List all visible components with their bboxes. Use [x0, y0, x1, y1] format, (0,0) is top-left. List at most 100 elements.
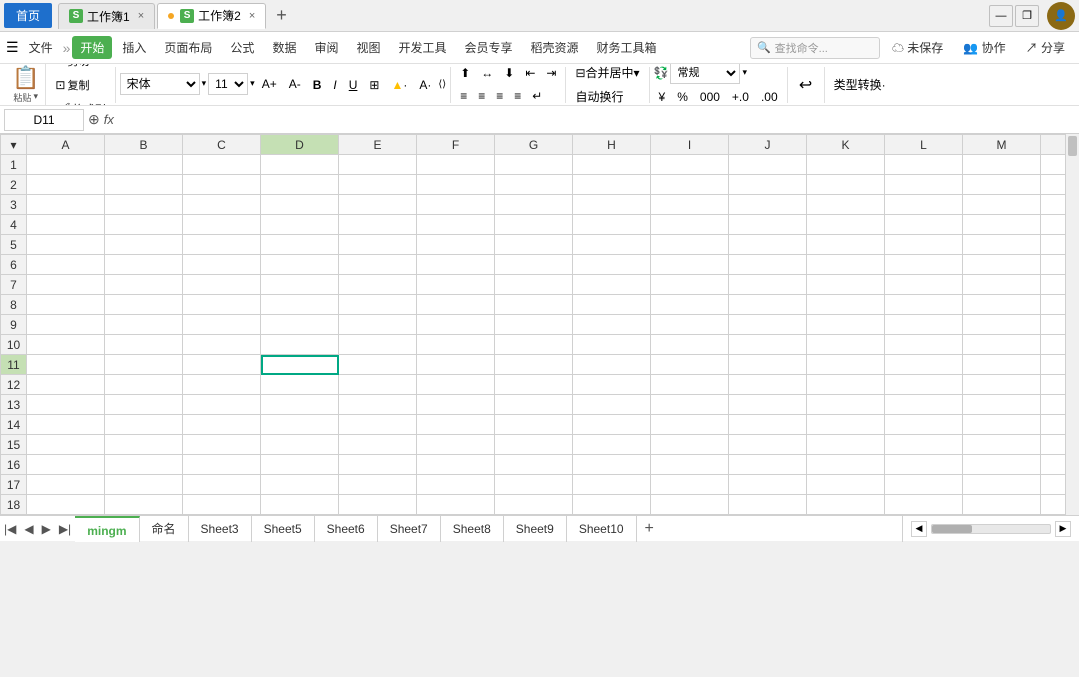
- col-header-m[interactable]: M: [963, 135, 1041, 155]
- cell-G13[interactable]: [495, 395, 573, 415]
- cell-H1[interactable]: [573, 155, 651, 175]
- cell-M3[interactable]: [963, 195, 1041, 215]
- cell-I17[interactable]: [651, 475, 729, 495]
- cell-D16[interactable]: [261, 455, 339, 475]
- currency-button[interactable]: ¥: [654, 86, 671, 107]
- cell-F5[interactable]: [417, 235, 495, 255]
- cell-H14[interactable]: [573, 415, 651, 435]
- row-number-16[interactable]: 16: [1, 455, 27, 475]
- cell-M12[interactable]: [963, 375, 1041, 395]
- cell-A15[interactable]: [27, 435, 105, 455]
- type-convert-button[interactable]: 类型转换·: [829, 74, 891, 96]
- cell-H5[interactable]: [573, 235, 651, 255]
- cell-E18[interactable]: [339, 495, 417, 515]
- cell-L13[interactable]: [885, 395, 963, 415]
- cell-N12[interactable]: [1041, 375, 1066, 395]
- cell-E11[interactable]: [339, 355, 417, 375]
- cell-J14[interactable]: [729, 415, 807, 435]
- cell-N10[interactable]: [1041, 335, 1066, 355]
- cell-C13[interactable]: [183, 395, 261, 415]
- menu-start[interactable]: 开始: [72, 36, 112, 59]
- cell-L17[interactable]: [885, 475, 963, 495]
- row-number-13[interactable]: 13: [1, 395, 27, 415]
- cut-button[interactable]: ✂ 剪切: [50, 64, 110, 72]
- cell-M11[interactable]: [963, 355, 1041, 375]
- cell-A11[interactable]: [27, 355, 105, 375]
- cell-F17[interactable]: [417, 475, 495, 495]
- cell-I7[interactable]: [651, 275, 729, 295]
- cell-N6[interactable]: [1041, 255, 1066, 275]
- cell-ref-input[interactable]: [4, 109, 84, 131]
- sheet-nav-next[interactable]: ▶: [38, 516, 55, 542]
- menu-finance-tools[interactable]: 财务工具箱: [589, 36, 665, 59]
- auto-wrap-button[interactable]: 自动换行: [570, 86, 644, 107]
- cell-D2[interactable]: [261, 175, 339, 195]
- font-size-select[interactable]: 11: [208, 73, 248, 95]
- cell-I12[interactable]: [651, 375, 729, 395]
- spreadsheet[interactable]: ▾ A B C D E F G H I J K L M N 1: [0, 134, 1065, 515]
- col-header-j[interactable]: J: [729, 135, 807, 155]
- cell-C4[interactable]: [183, 215, 261, 235]
- cell-F10[interactable]: [417, 335, 495, 355]
- cell-I4[interactable]: [651, 215, 729, 235]
- cell-F8[interactable]: [417, 295, 495, 315]
- cell-L12[interactable]: [885, 375, 963, 395]
- paste-label[interactable]: 粘贴: [13, 91, 31, 104]
- cell-D1[interactable]: [261, 155, 339, 175]
- cell-I8[interactable]: [651, 295, 729, 315]
- cell-M17[interactable]: [963, 475, 1041, 495]
- cell-N9[interactable]: [1041, 315, 1066, 335]
- cell-G9[interactable]: [495, 315, 573, 335]
- add-tab-button[interactable]: +: [268, 5, 295, 26]
- wrap-text-button[interactable]: ↵: [527, 85, 547, 106]
- cell-H17[interactable]: [573, 475, 651, 495]
- cell-G12[interactable]: [495, 375, 573, 395]
- cell-B14[interactable]: [105, 415, 183, 435]
- cell-D17[interactable]: [261, 475, 339, 495]
- row-number-11[interactable]: 11: [1, 355, 27, 375]
- col-header-h[interactable]: H: [573, 135, 651, 155]
- cell-E6[interactable]: [339, 255, 417, 275]
- menu-review[interactable]: 审阅: [306, 36, 346, 59]
- italic-button[interactable]: I: [328, 74, 341, 96]
- cell-J17[interactable]: [729, 475, 807, 495]
- indent-right-button[interactable]: ⇥: [541, 64, 561, 84]
- cell-E13[interactable]: [339, 395, 417, 415]
- cell-M1[interactable]: [963, 155, 1041, 175]
- cell-M7[interactable]: [963, 275, 1041, 295]
- cell-F15[interactable]: [417, 435, 495, 455]
- cell-A18[interactable]: [27, 495, 105, 515]
- cell-L16[interactable]: [885, 455, 963, 475]
- cell-K3[interactable]: [807, 195, 885, 215]
- cell-L10[interactable]: [885, 335, 963, 355]
- cell-C1[interactable]: [183, 155, 261, 175]
- cell-E14[interactable]: [339, 415, 417, 435]
- cell-A4[interactable]: [27, 215, 105, 235]
- tab1-close-btn[interactable]: ×: [138, 10, 144, 22]
- corner-header[interactable]: ▾: [1, 135, 27, 155]
- row-number-17[interactable]: 17: [1, 475, 27, 495]
- cell-N16[interactable]: [1041, 455, 1066, 475]
- cell-N2[interactable]: [1041, 175, 1066, 195]
- cell-K16[interactable]: [807, 455, 885, 475]
- cell-G15[interactable]: [495, 435, 573, 455]
- row-number-15[interactable]: 15: [1, 435, 27, 455]
- cell-G14[interactable]: [495, 415, 573, 435]
- cell-H10[interactable]: [573, 335, 651, 355]
- cell-D13[interactable]: [261, 395, 339, 415]
- col-header-b[interactable]: B: [105, 135, 183, 155]
- underline-button[interactable]: U: [344, 74, 363, 96]
- cell-E1[interactable]: [339, 155, 417, 175]
- thousands-button[interactable]: 000: [695, 86, 725, 107]
- cell-N15[interactable]: [1041, 435, 1066, 455]
- cell-G6[interactable]: [495, 255, 573, 275]
- cell-M15[interactable]: [963, 435, 1041, 455]
- cell-I16[interactable]: [651, 455, 729, 475]
- cell-E8[interactable]: [339, 295, 417, 315]
- formula-input[interactable]: [118, 109, 1075, 131]
- cell-F7[interactable]: [417, 275, 495, 295]
- cell-F12[interactable]: [417, 375, 495, 395]
- undo-button[interactable]: ↩: [792, 69, 820, 101]
- menu-file[interactable]: 文件: [21, 36, 61, 59]
- cell-K1[interactable]: [807, 155, 885, 175]
